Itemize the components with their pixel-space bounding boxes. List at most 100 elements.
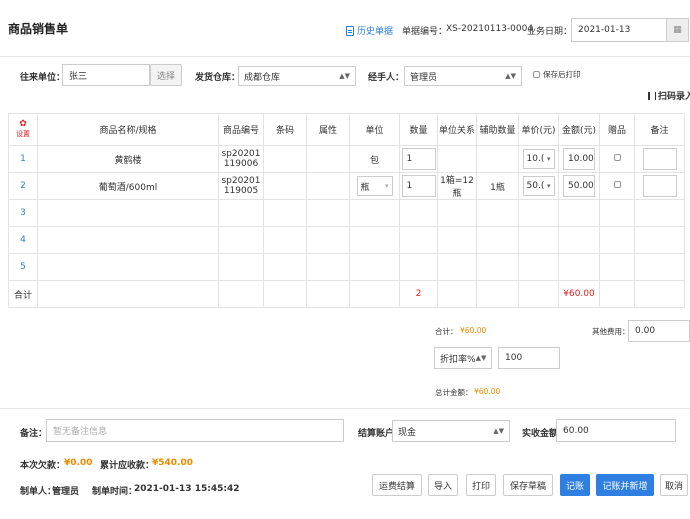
footer-divider	[0, 408, 690, 409]
column-header: 属性	[306, 113, 350, 146]
account-label: 结算账户	[358, 429, 395, 439]
chevron-updown-icon: ▲▼	[505, 72, 516, 80]
gear-icon: ✿	[19, 119, 27, 129]
column-header: 商品名称/规格	[37, 113, 219, 146]
partner-select-button[interactable]: 选择	[150, 64, 182, 86]
freight-button[interactable]: 运费结算	[372, 474, 422, 496]
items-table: ✿ 设置 商品名称/规格 商品编号 条码 属性 单位 数量 单位关系 辅助数量 …	[8, 113, 685, 308]
aux-qty-cell: 1瓶	[476, 172, 519, 200]
save-draft-button[interactable]: 保存草稿	[503, 474, 553, 496]
discount-input[interactable]: 100	[498, 347, 560, 369]
column-header: 商品编号	[218, 113, 264, 146]
post-button[interactable]: 记账	[560, 474, 590, 496]
handler-select[interactable]: 管理员 ▲▼	[404, 66, 522, 86]
amount-input[interactable]: 50.00	[563, 175, 595, 197]
account-value: 现金	[398, 427, 417, 438]
column-header: 单位关系	[437, 113, 477, 146]
doc-no-label: 单据编号：	[402, 27, 448, 37]
table-row: 3	[8, 199, 685, 227]
remark-cell	[634, 145, 685, 173]
receivable-label: 累计应收款：	[100, 461, 155, 471]
remark-input[interactable]	[642, 148, 677, 170]
import-button[interactable]: 导入	[428, 474, 458, 496]
post-and-new-button[interactable]: 记账并新增	[596, 474, 654, 496]
price-select[interactable]: 50.(▾	[522, 176, 555, 196]
row-number: 3	[8, 199, 38, 227]
settings-column[interactable]: ✿ 设置	[8, 113, 38, 146]
history-link-label: 历史单据	[357, 27, 394, 37]
barcode-cell	[263, 145, 307, 173]
print-button[interactable]: 打印	[466, 474, 496, 496]
product-code-line: 119005	[223, 186, 259, 196]
product-code-line: sp20201	[221, 176, 261, 186]
row-number: 1	[8, 145, 38, 173]
product-name: 葡萄酒/600ml	[37, 172, 219, 200]
amount-input[interactable]: 10.00	[563, 148, 595, 170]
print-after-save-option[interactable]: 保存后打印	[533, 69, 581, 80]
gift-cell	[599, 172, 635, 200]
gift-checkbox[interactable]	[613, 181, 621, 188]
received-field[interactable]: 60.00	[556, 419, 676, 442]
warehouse-value: 成都仓库	[244, 72, 281, 83]
gift-checkbox[interactable]	[613, 154, 621, 161]
subtotal-value: ¥60.00	[460, 326, 487, 335]
column-header: 单价(元)	[518, 113, 559, 146]
unit-value: 瓶	[360, 182, 370, 193]
table-row: 2 葡萄酒/600ml sp20201 119005 瓶 ▾ 1 1箱=12 瓶 1瓶…	[8, 172, 685, 200]
relation-cell: 1箱=12 瓶	[437, 172, 477, 200]
discount-type-select[interactable]: 折扣率% ▲▼	[434, 347, 492, 369]
page-title: 商品销售单	[8, 22, 69, 36]
maker-label: 制单人：	[20, 487, 57, 497]
partner-field[interactable]: 张三	[62, 64, 150, 86]
amount-cell: 10.00	[558, 145, 600, 173]
column-header: 辅助数量	[476, 113, 519, 146]
remark-input[interactable]	[642, 175, 677, 197]
table-row: 5	[8, 253, 685, 281]
unit-cell: 包	[349, 145, 400, 173]
unit-select[interactable]: 瓶 ▾	[356, 176, 393, 196]
barcode-cell	[263, 172, 307, 200]
date-field[interactable]: 2021-01-13 ▦	[571, 18, 689, 42]
column-header: 条码	[263, 113, 307, 146]
debt-label: 本次欠款：	[20, 461, 66, 471]
print-after-save-checkbox[interactable]	[533, 71, 540, 78]
gift-cell	[599, 145, 635, 173]
product-code: sp20201 119006	[218, 145, 264, 173]
remark-field[interactable]: 暂无备注信息	[46, 419, 344, 442]
attribute-cell	[306, 172, 350, 200]
cancel-button[interactable]: 取消	[660, 474, 688, 496]
total-amount: ¥60.00	[558, 280, 600, 308]
warehouse-select[interactable]: 成都仓库 ▲▼	[238, 66, 356, 86]
other-fee-label: 其他费用：	[592, 327, 630, 336]
qty-input[interactable]: 1	[401, 148, 436, 170]
price-cell: 50.(▾	[518, 172, 559, 200]
subtotal-label: 合计：	[435, 327, 458, 336]
scan-entry-label: 扫码录入	[658, 92, 690, 102]
table-header-row: ✿ 设置 商品名称/规格 商品编号 条码 属性 单位 数量 单位关系 辅助数量 …	[8, 113, 685, 146]
caret-down-icon: ▾	[546, 155, 551, 163]
calendar-icon[interactable]: ▦	[666, 19, 688, 41]
date-label: 业务日期：	[527, 27, 573, 37]
date-value: 2021-01-13	[578, 25, 631, 35]
product-code: sp20201 119005	[218, 172, 264, 200]
warehouse-label: 发货仓库：	[195, 73, 241, 83]
total-label: 合计	[8, 280, 38, 308]
handler-label: 经手人：	[368, 73, 405, 83]
unit-cell: 瓶 ▾	[349, 172, 400, 200]
scan-entry-button[interactable]: 扫码录入	[648, 89, 690, 102]
account-select[interactable]: 现金 ▲▼	[392, 420, 510, 442]
chevron-updown-icon: ▲▼	[475, 354, 487, 362]
document-icon	[346, 25, 354, 36]
history-link[interactable]: 历史单据	[346, 24, 393, 37]
barcode-icon	[648, 92, 656, 100]
maker-value: 管理员	[52, 487, 80, 497]
other-fee-input[interactable]: 0.00	[628, 320, 690, 342]
qty-input[interactable]: 1	[401, 175, 436, 197]
attribute-cell	[306, 145, 350, 173]
column-header: 赠品	[599, 113, 635, 146]
relation-cell	[437, 145, 477, 173]
relation-line: 瓶	[452, 189, 462, 199]
price-select[interactable]: 10.(▾	[522, 149, 555, 169]
row-number: 5	[8, 253, 38, 281]
column-header: 数量	[399, 113, 438, 146]
